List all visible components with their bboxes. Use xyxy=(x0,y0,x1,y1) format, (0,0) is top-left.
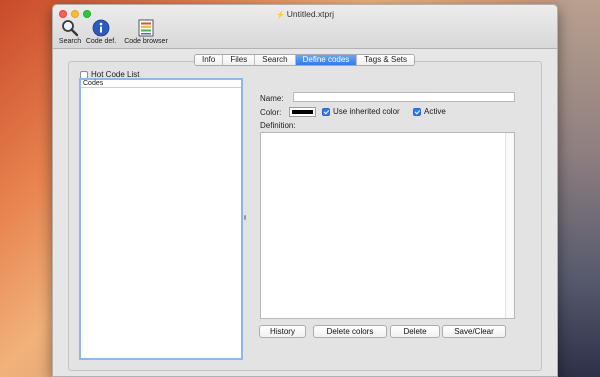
info-icon xyxy=(92,19,110,37)
use-inherited-color-checkbox[interactable] xyxy=(322,107,330,116)
toolbar-search-button[interactable]: Search xyxy=(57,19,83,45)
toolbar-code-def-button[interactable]: Code def. xyxy=(83,19,119,45)
desktop-wallpaper xyxy=(555,0,600,377)
definition-scrollbar[interactable] xyxy=(505,133,514,318)
delete-colors-button[interactable]: Delete colors xyxy=(313,325,387,338)
name-field[interactable] xyxy=(293,92,515,102)
definition-label: Definition: xyxy=(260,121,296,130)
main-content: Info Files Search Define codes Tags & Se… xyxy=(53,50,557,376)
document-icon: ⚡ xyxy=(276,12,285,19)
save-clear-button[interactable]: Save/Clear xyxy=(442,325,506,338)
splitter-handle[interactable] xyxy=(244,215,246,220)
list-icon xyxy=(138,19,154,37)
tab-bar: Info Files Search Define codes Tags & Se… xyxy=(194,54,415,66)
color-swatch-fill xyxy=(292,110,313,114)
name-label: Name: xyxy=(260,94,284,103)
delete-button[interactable]: Delete xyxy=(390,325,440,338)
toolbar-code-def-label: Code def. xyxy=(85,38,117,45)
window-title: ⚡ Untitled.xtprj xyxy=(53,9,557,19)
code-list[interactable]: Codes xyxy=(79,78,243,360)
tab-info[interactable]: Info xyxy=(195,55,224,65)
magnifier-icon xyxy=(62,20,79,37)
use-inherited-color-label: Use inherited color xyxy=(333,107,400,116)
definition-textarea[interactable] xyxy=(260,132,515,319)
tab-files[interactable]: Files xyxy=(223,55,256,65)
title-bar: ⚡ Untitled.xtprj Search Code def. Code b… xyxy=(53,5,557,49)
code-list-header[interactable]: Codes xyxy=(81,80,241,88)
active-toggle[interactable]: Active xyxy=(413,107,446,116)
active-checkbox[interactable] xyxy=(413,107,421,116)
window-title-text: Untitled.xtprj xyxy=(286,9,334,19)
active-label: Active xyxy=(424,107,446,116)
toolbar-code-browser-label: Code browser xyxy=(124,38,168,45)
history-button[interactable]: History xyxy=(259,325,306,338)
tab-tags-sets[interactable]: Tags & Sets xyxy=(357,55,414,65)
use-inherited-color-toggle[interactable]: Use inherited color xyxy=(322,107,400,116)
color-label: Color: xyxy=(260,108,282,117)
tab-define-codes[interactable]: Define codes xyxy=(295,55,358,65)
toolbar-code-browser-button[interactable]: Code browser xyxy=(121,19,171,45)
color-picker-button[interactable] xyxy=(289,107,316,117)
toolbar-search-label: Search xyxy=(58,38,82,45)
tab-search[interactable]: Search xyxy=(255,55,296,65)
app-window: ⚡ Untitled.xtprj Search Code def. Code b… xyxy=(52,4,558,377)
